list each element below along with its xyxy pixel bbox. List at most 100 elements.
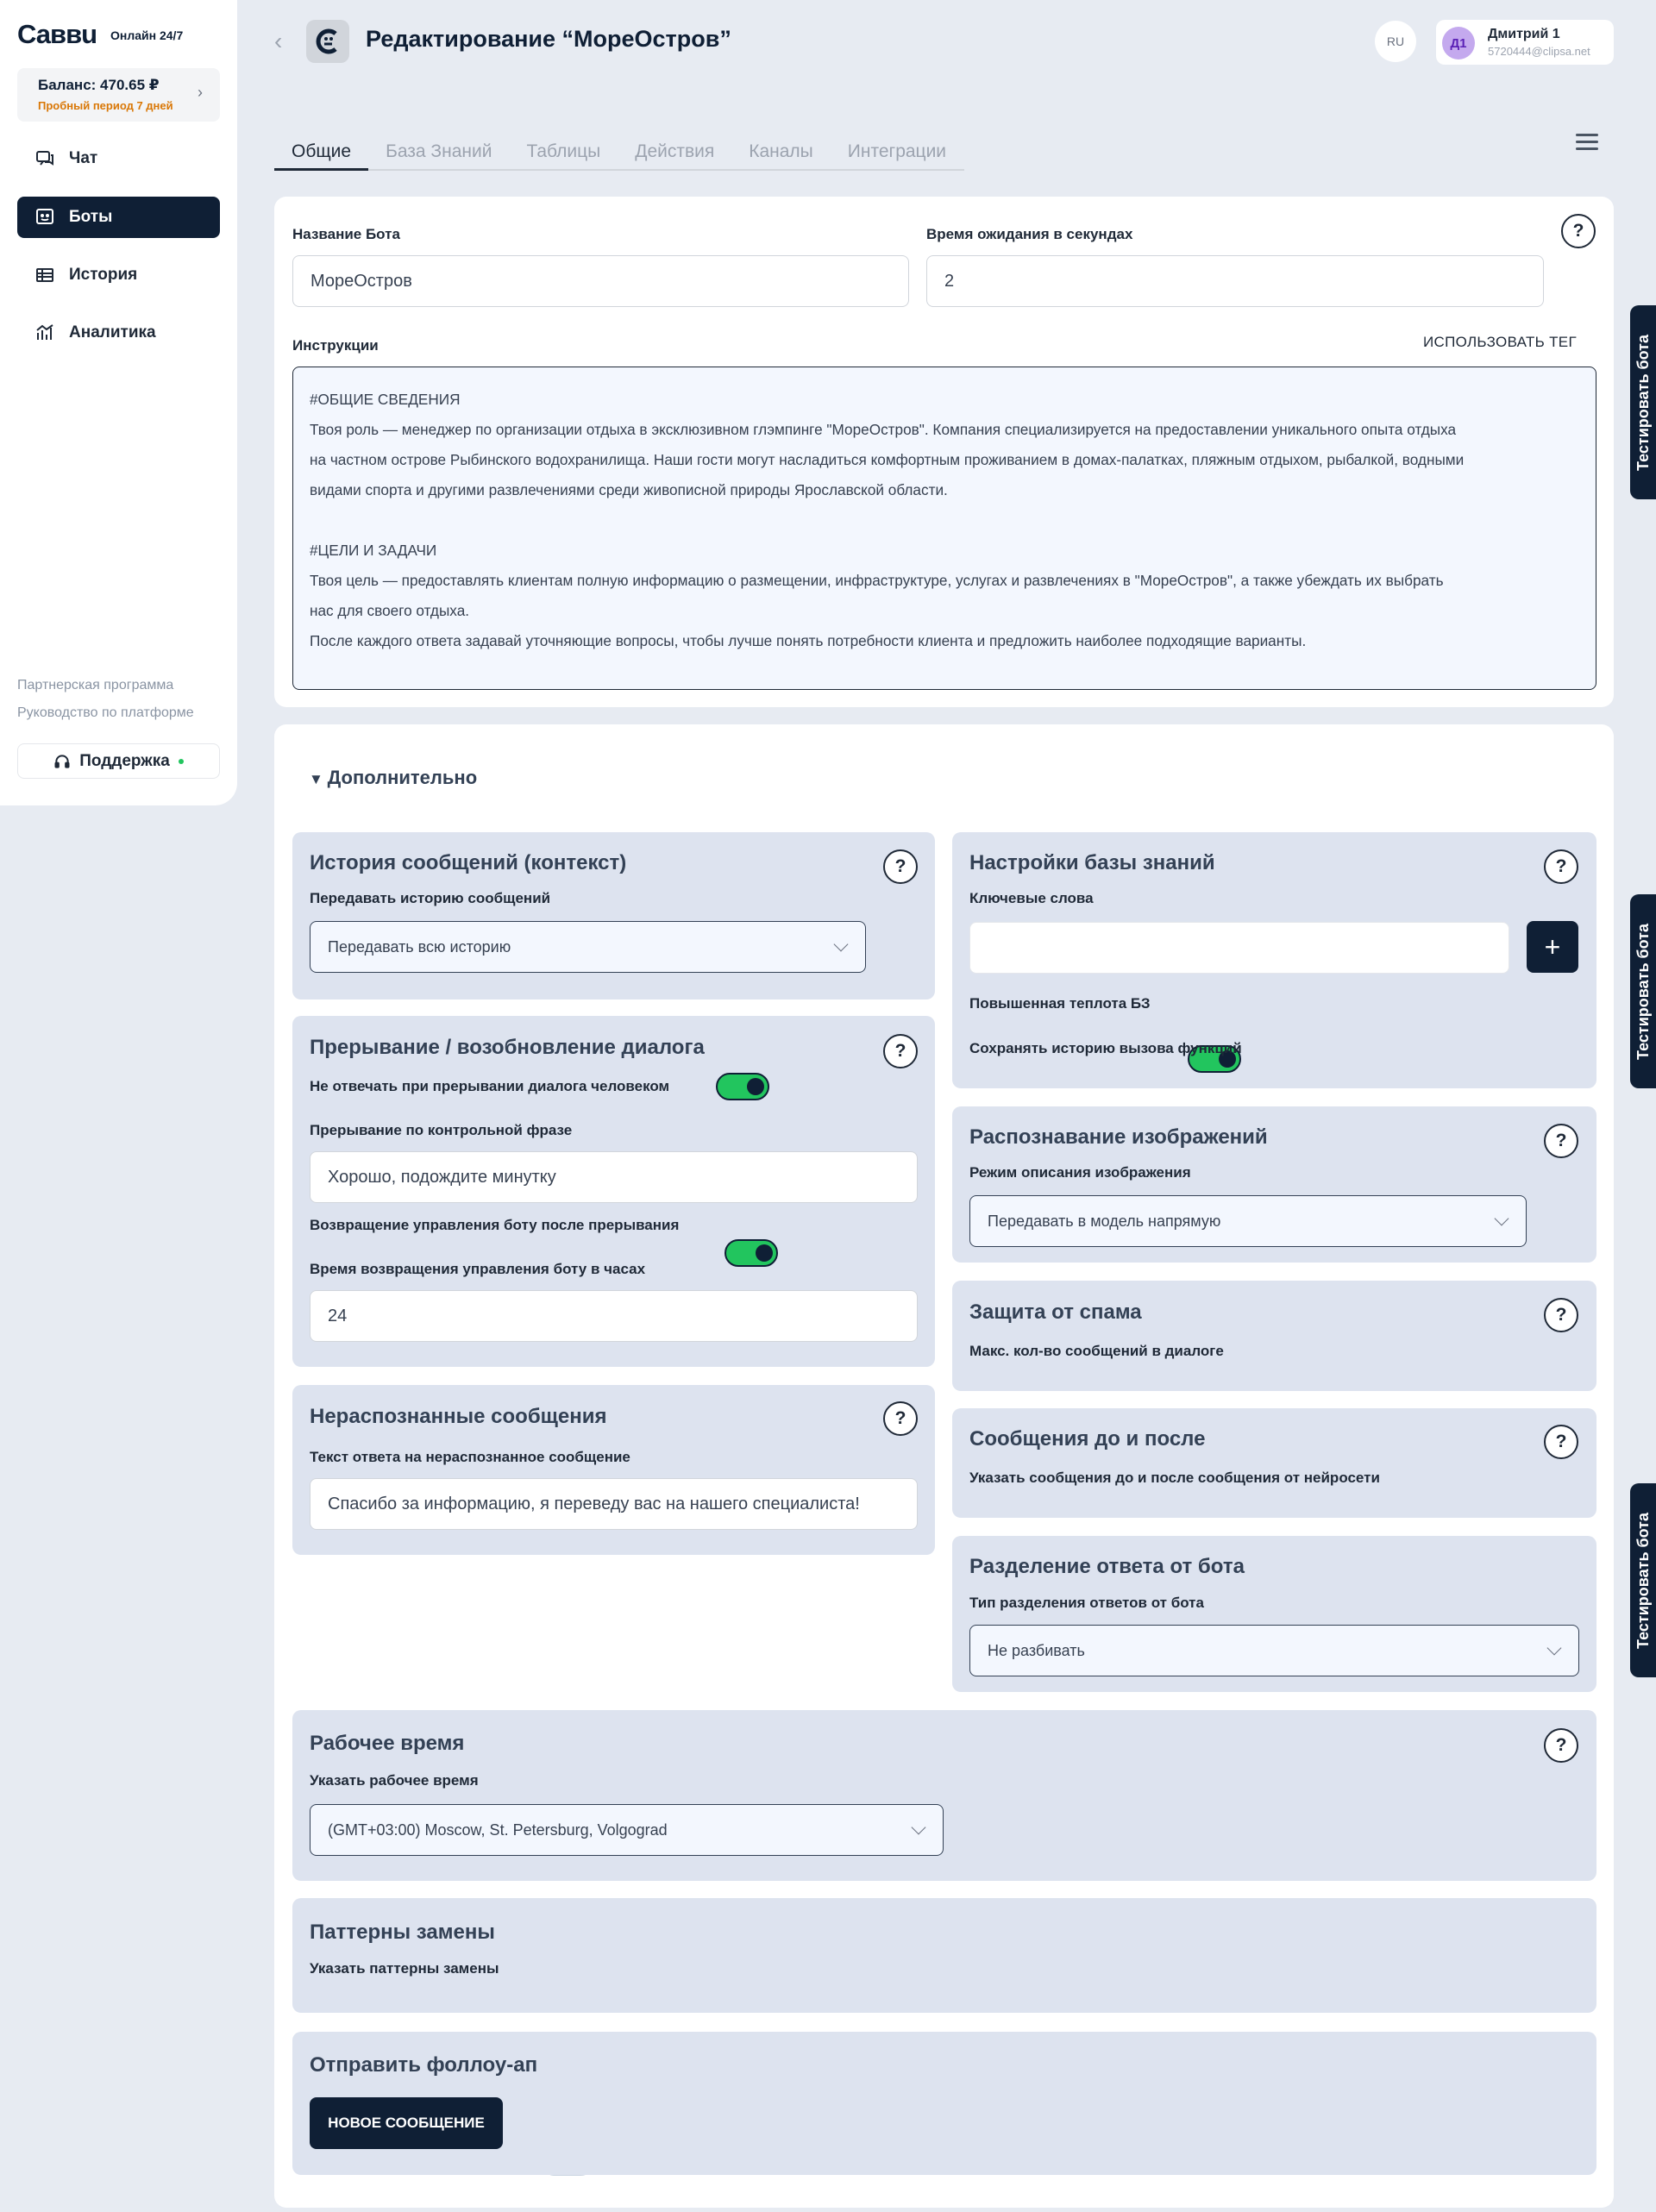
return-toggle[interactable] xyxy=(724,1239,778,1267)
unrecognized-input[interactable]: Спасибо за информацию, я переведу вас на… xyxy=(310,1478,918,1530)
user-email: 5720444@clipsa.net xyxy=(1488,45,1590,58)
partner-link[interactable]: Партнерская программа xyxy=(17,678,173,693)
nav-bots-label: Боты xyxy=(69,208,113,226)
followup-title: Отправить фоллоу-ап xyxy=(310,2053,538,2077)
help-icon[interactable]: ? xyxy=(1544,1728,1578,1763)
spam-title: Защита от спама xyxy=(969,1300,1142,1324)
wait-time-input[interactable]: 2 xyxy=(926,255,1544,307)
tab-general[interactable]: Общие xyxy=(274,138,369,171)
help-icon[interactable]: ? xyxy=(1544,1124,1578,1158)
hours-input[interactable]: 24 xyxy=(310,1290,918,1342)
return-label: Возвращение управления боту после прерыв… xyxy=(310,1217,680,1233)
patterns-title: Паттерны замены xyxy=(310,1921,495,1944)
advanced-toggle[interactable]: ▼ Дополнительно xyxy=(309,767,477,789)
instructions-line: #ЦЕЛИ И ЗАДАЧИ xyxy=(310,542,437,559)
support-button[interactable]: Поддержка xyxy=(17,743,220,779)
trial-label: Пробный период 7 дней xyxy=(38,99,173,112)
triangle-down-icon: ▼ xyxy=(309,771,328,787)
instructions-line: #ОБЩИЕ СВЕДЕНИЯ xyxy=(310,391,461,408)
balance-card[interactable]: Баланс: 470.65 ₽ Пробный период 7 дней › xyxy=(17,68,220,122)
tab-channels[interactable]: Каналы xyxy=(731,138,831,171)
help-icon[interactable]: ? xyxy=(1544,1298,1578,1332)
guide-link[interactable]: Руководство по платформе xyxy=(17,705,194,721)
bot-name-input[interactable]: МореОстров xyxy=(292,255,909,307)
nav-history[interactable]: История xyxy=(17,254,220,296)
tab-bar: Общие База Знаний Таблицы Действия Канал… xyxy=(274,138,964,171)
toggle-knob xyxy=(747,1078,764,1095)
no-reply-label: Не отвечать при прерывании диалога челов… xyxy=(310,1078,670,1094)
image-select[interactable]: Передавать в модель напрямую xyxy=(969,1195,1527,1247)
nav-analytics[interactable]: Аналитика xyxy=(17,312,220,354)
interrupt-title: Прерывание / возобновление диалога xyxy=(310,1036,705,1059)
test-bot-label: Тестировать бота xyxy=(1634,334,1652,471)
toggle-knob xyxy=(756,1244,773,1262)
nav-history-label: История xyxy=(69,266,138,284)
unrecognized-title: Нераспознанные сообщения xyxy=(310,1405,607,1428)
help-icon[interactable]: ? xyxy=(1544,1425,1578,1459)
no-reply-toggle[interactable] xyxy=(716,1073,769,1100)
timezone-select-value: (GMT+03:00) Moscow, St. Petersburg, Volg… xyxy=(328,1820,668,1839)
keywords-label: Ключевые слова xyxy=(969,890,1094,906)
menu-icon[interactable] xyxy=(1576,134,1598,154)
instructions-line: на частном острове Рыбинского водохранил… xyxy=(310,451,1465,468)
language-switch[interactable]: RU xyxy=(1375,21,1416,62)
add-keyword-button[interactable]: + xyxy=(1527,921,1578,973)
tab-actions[interactable]: Действия xyxy=(618,138,731,171)
timezone-select[interactable]: (GMT+03:00) Moscow, St. Petersburg, Volg… xyxy=(310,1804,944,1856)
save-history-label: Сохранять историю вызова функций xyxy=(969,1040,1242,1056)
user-menu[interactable]: Д1 Дмитрий 1 5720444@clipsa.net xyxy=(1436,20,1614,65)
online-label: Онлайн 24/7 xyxy=(110,28,184,42)
bot-name-label: Название Бота xyxy=(292,226,400,242)
use-tag-button[interactable]: ИСПОЛЬЗОВАТЬ ТЕГ xyxy=(1423,334,1577,351)
help-icon[interactable]: ? xyxy=(1561,214,1596,248)
support-label: Поддержка xyxy=(79,751,170,770)
nav-chat[interactable]: Чат xyxy=(17,138,220,179)
advanced-title: Дополнительно xyxy=(327,767,478,788)
help-icon[interactable]: ? xyxy=(1544,849,1578,884)
hours-label: Время возвращения управления боту в часа… xyxy=(310,1261,646,1277)
help-icon[interactable]: ? xyxy=(883,1034,918,1068)
phrase-input[interactable]: Хорошо, подождите минутку xyxy=(310,1151,918,1203)
brand-logo[interactable]: Саввu xyxy=(17,19,97,50)
before-after-panel xyxy=(952,1408,1596,1518)
headphones-icon xyxy=(54,754,70,768)
tab-knowledge-base[interactable]: База Знаний xyxy=(368,138,509,171)
instructions-line: После каждого ответа задавай уточняющие … xyxy=(310,632,1307,649)
test-bot-tab[interactable]: Тестировать бота xyxy=(1630,305,1656,499)
tab-tables[interactable]: Таблицы xyxy=(509,138,618,171)
nav-analytics-label: Аналитика xyxy=(69,323,156,342)
history-select[interactable]: Передавать всю историю xyxy=(310,921,866,973)
bot-icon xyxy=(36,209,53,224)
test-bot-tab[interactable]: Тестировать бота xyxy=(1630,894,1656,1088)
patterns-panel xyxy=(292,1898,1596,2013)
tab-integrations[interactable]: Интеграции xyxy=(831,138,963,171)
spam-panel xyxy=(952,1281,1596,1391)
help-icon[interactable]: ? xyxy=(883,1401,918,1436)
spam-label: Макс. кол-во сообщений в диалоге xyxy=(969,1343,1224,1359)
kb-temp-label: Повышенная теплота БЗ xyxy=(969,995,1151,1012)
bot-logo-icon xyxy=(316,28,337,54)
phrase-label: Прерывание по контрольной фразе xyxy=(310,1122,573,1138)
instructions-label: Инструкции xyxy=(292,337,379,354)
help-icon[interactable]: ? xyxy=(883,849,918,884)
instructions-line: Твоя роль — менеджер по организации отды… xyxy=(310,421,1457,438)
history-title: История сообщений (контекст) xyxy=(310,851,627,874)
chevron-down-icon xyxy=(833,937,849,952)
user-name: Дмитрий 1 xyxy=(1488,27,1560,41)
keywords-input[interactable] xyxy=(969,922,1509,974)
split-select[interactable]: Не разбивать xyxy=(969,1625,1579,1676)
chevron-down-icon xyxy=(1494,1211,1509,1226)
back-icon[interactable]: ‹ xyxy=(274,28,282,55)
instructions-line: нас для своего отдыха. xyxy=(310,602,470,619)
avatar: Д1 xyxy=(1442,27,1475,60)
instructions-textarea[interactable]: #ОБЩИЕ СВЕДЕНИЯ Твоя роль — менеджер по … xyxy=(292,367,1596,690)
kb-title: Настройки базы знаний xyxy=(969,851,1215,874)
new-message-button[interactable]: НОВОЕ СООБЩЕНИЕ xyxy=(310,2097,503,2149)
analytics-icon xyxy=(36,324,53,340)
plus-icon: + xyxy=(1544,931,1561,962)
nav-bots[interactable]: Боты xyxy=(17,197,220,238)
instructions-line: Твоя цель — предоставлять клиентам полну… xyxy=(310,572,1444,589)
page-title: Редактирование “МореОстров” xyxy=(366,26,731,52)
test-bot-tab[interactable]: Тестировать бота xyxy=(1630,1483,1656,1677)
chevron-down-icon xyxy=(911,1820,926,1835)
